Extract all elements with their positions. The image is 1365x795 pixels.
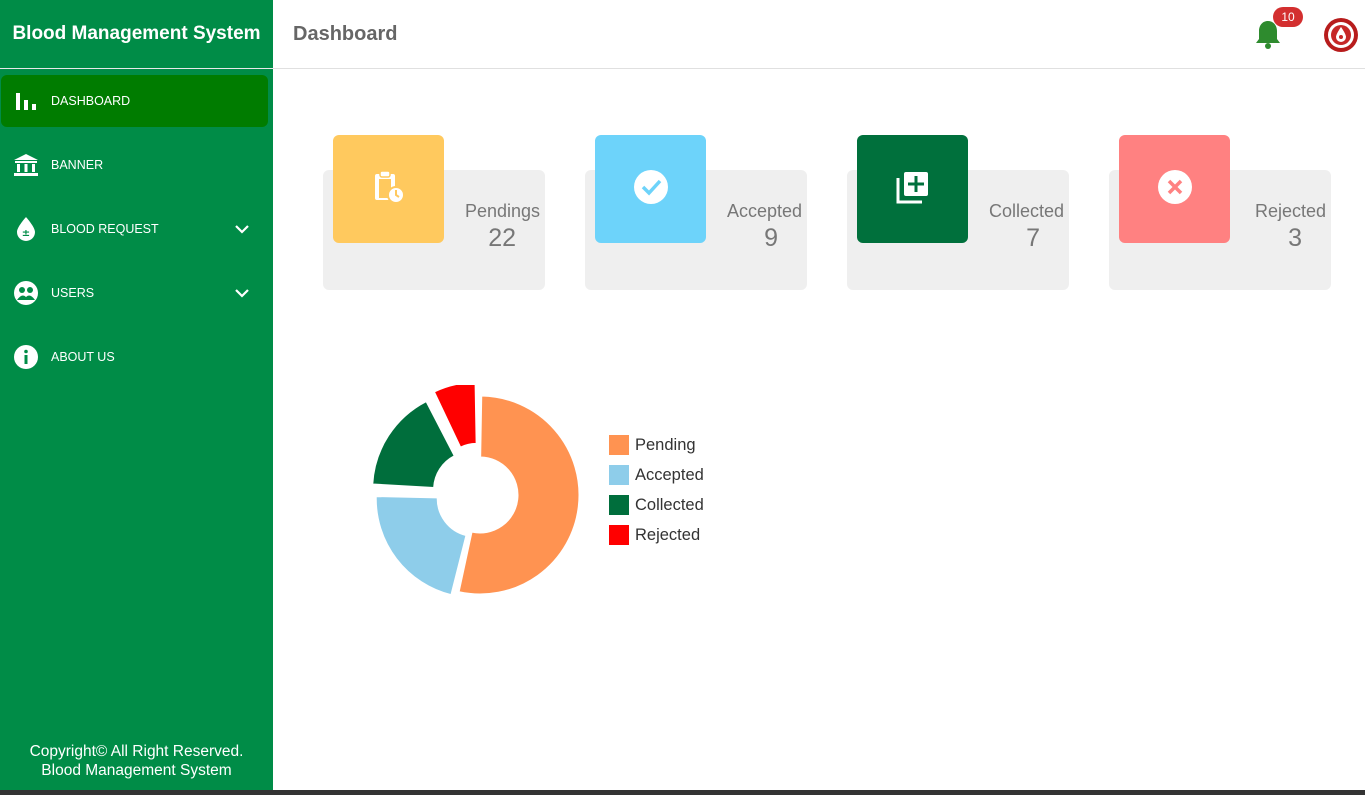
legend-item-pending[interactable]: Pending — [609, 435, 704, 455]
sidebar: Blood Management System DASHBOARD BANNER… — [0, 0, 273, 790]
footer-brand-text: Blood Management System — [41, 762, 232, 779]
cancel-circle-icon — [1157, 169, 1193, 210]
legend-swatch — [609, 495, 629, 515]
card-icon-box — [333, 135, 444, 243]
legend-swatch — [609, 435, 629, 455]
legend-label: Rejected — [635, 525, 701, 544]
donut-slice-pending[interactable] — [458, 395, 580, 595]
donut-svg — [372, 381, 580, 596]
chevron-down-icon[interactable] — [232, 283, 252, 303]
card-label: Collected — [988, 201, 1064, 221]
legend-label: Pending — [635, 435, 696, 454]
sidebar-item-dashboard[interactable]: DASHBOARD — [1, 75, 268, 127]
info-icon — [13, 344, 39, 370]
chart-legend: Pending Accepted Collected Rejected — [609, 435, 704, 555]
status-donut-chart — [370, 381, 590, 605]
legend-swatch — [609, 465, 629, 485]
sidebar-item-banner[interactable]: BANNER — [1, 139, 272, 191]
card-value: 22 — [488, 224, 516, 252]
bar-chart-icon — [13, 88, 39, 114]
card-icon-box — [1119, 135, 1230, 243]
sidebar-item-label: ABOUT US — [51, 350, 115, 364]
stat-card-rejected: Rejected 3 — [1109, 135, 1331, 290]
stat-card-accepted: Accepted 9 — [585, 135, 807, 290]
bank-icon — [13, 152, 39, 178]
card-label: Pendings — [464, 201, 540, 221]
legend-item-accepted[interactable]: Accepted — [609, 465, 704, 485]
users-icon — [13, 280, 39, 306]
library-add-icon — [895, 169, 931, 210]
legend-swatch — [609, 525, 629, 545]
svg-text:±: ± — [22, 228, 30, 239]
legend-item-collected[interactable]: Collected — [609, 495, 704, 515]
chevron-down-icon[interactable] — [232, 219, 252, 239]
blood-drop-icon: ± — [13, 216, 39, 242]
legend-label: Collected — [635, 495, 704, 514]
sidebar-item-label: BANNER — [51, 158, 104, 172]
notification-badge: 10 — [1273, 7, 1303, 27]
sidebar-item-label: DASHBOARD — [51, 94, 131, 108]
sidebar-item-users[interactable]: USERS — [1, 267, 272, 319]
donut-slice-accepted[interactable] — [375, 496, 467, 596]
card-value: 9 — [764, 224, 778, 252]
brand-title: Blood Management System — [0, 0, 273, 69]
card-label: Accepted — [726, 201, 802, 221]
copyright-text: Copyright© All Right Reserved. — [29, 743, 244, 760]
stat-card-collected: Collected 7 — [847, 135, 1069, 290]
donut-slice-collected[interactable] — [372, 401, 455, 488]
check-circle-icon — [633, 169, 669, 210]
card-icon-box — [857, 135, 968, 243]
bottom-border — [0, 790, 1365, 795]
clipboard-clock-icon — [372, 169, 406, 210]
stat-card-pendings: Pendings 22 — [323, 135, 545, 290]
legend-item-rejected[interactable]: Rejected — [609, 525, 704, 545]
legend-label: Accepted — [635, 465, 704, 484]
sidebar-footer: Copyright© All Right Reserved. Blood Man… — [0, 742, 273, 780]
sidebar-item-blood-request[interactable]: ± BLOOD REQUEST — [1, 203, 272, 255]
avatar[interactable] — [1323, 17, 1359, 53]
page-title: Dashboard — [293, 23, 398, 45]
sidebar-nav: DASHBOARD BANNER ± BLOOD REQUEST USERS A… — [0, 69, 273, 383]
card-icon-box — [595, 135, 706, 243]
card-value: 3 — [1288, 224, 1302, 252]
card-value: 7 — [1026, 224, 1040, 252]
sidebar-item-about-us[interactable]: ABOUT US — [1, 331, 272, 383]
card-label: Rejected — [1254, 201, 1326, 221]
header: Dashboard 10 — [273, 0, 1365, 69]
